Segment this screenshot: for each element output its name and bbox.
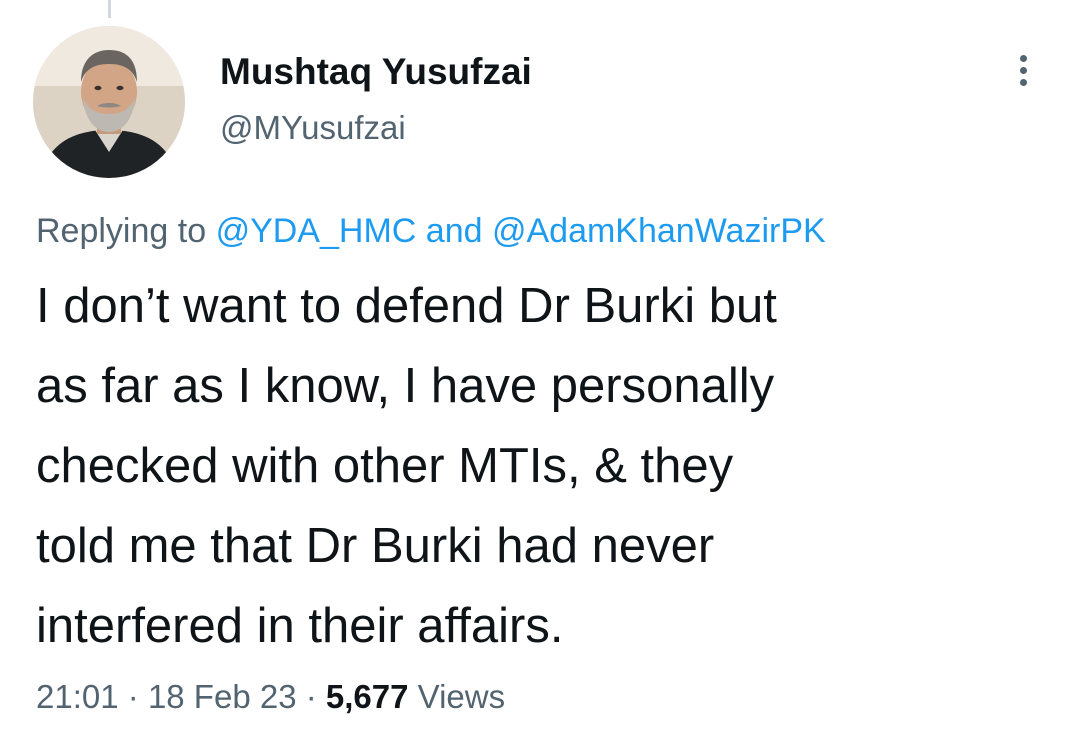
avatar[interactable] — [33, 26, 185, 178]
mention-link-2[interactable]: @AdamKhanWazirPK — [492, 212, 826, 250]
profile-photo-icon — [33, 26, 185, 178]
meta-separator: · — [305, 678, 317, 715]
replying-and: and — [425, 212, 483, 250]
views-count[interactable]: 5,677 — [326, 678, 409, 715]
author-display-name[interactable]: Mushtaq Yusufzai — [220, 50, 532, 94]
tweet-time[interactable]: 21:01 — [36, 678, 119, 715]
meta-separator: · — [127, 678, 139, 715]
author-handle[interactable]: @MYusufzai — [220, 108, 532, 148]
replying-to-line: Replying to @YDA_HMC and @AdamKhanWazirP… — [36, 210, 826, 252]
tweet-text-line: interfered in their affairs. — [36, 599, 564, 653]
views-label: Views — [417, 678, 506, 715]
replying-to-prefix: Replying to — [36, 212, 207, 250]
tweet-meta: 21:01 · 18 Feb 23 · 5,677 Views — [36, 676, 505, 718]
tweet-text-line: checked with other MTIs, & they — [36, 439, 734, 493]
mention-link-1[interactable]: @YDA_HMC — [216, 212, 417, 250]
tweet-text-line: I don’t want to defend Dr Burki but — [36, 279, 777, 333]
more-vertical-icon — [1019, 54, 1027, 62]
more-options-button[interactable] — [1008, 48, 1038, 92]
tweet-date[interactable]: 18 Feb 23 — [148, 678, 297, 715]
more-vertical-icon-dot — [1019, 78, 1027, 86]
tweet-text: I don’t want to defend Dr Burki but as f… — [36, 266, 1056, 666]
more-vertical-icon-dot — [1019, 66, 1027, 74]
tweet-author: Mushtaq Yusufzai @MYusufzai — [220, 50, 532, 148]
tweet-text-line: as far as I know, I have personally — [36, 359, 775, 413]
tweet-text-line: told me that Dr Burki had never — [36, 519, 715, 573]
thread-connector-line — [108, 0, 111, 18]
